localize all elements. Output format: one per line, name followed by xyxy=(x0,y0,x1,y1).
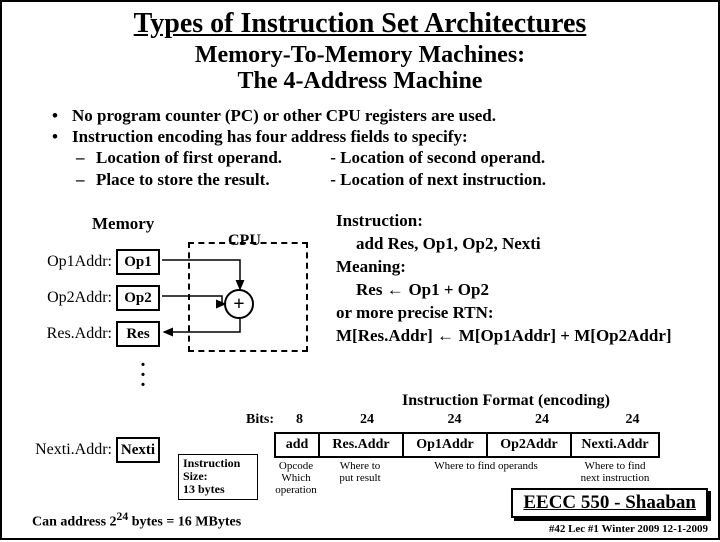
mem-addr-op1: Op1Addr: xyxy=(30,253,116,271)
course-footer: EECC 550 - Shaaban xyxy=(511,488,708,518)
bullet-2b-right: - Location of next instruction. xyxy=(330,170,546,189)
mem-cell-nexti: Nexti xyxy=(116,437,160,463)
desc-res: Where to put result xyxy=(318,460,402,496)
mem-row-nexti: Nexti.Addr: Nexti xyxy=(30,435,170,465)
isize-l1: Instruction xyxy=(183,456,240,470)
slide-title: Types of Instruction Set Architectures xyxy=(2,8,718,40)
explanation-block: Instruction: add Res, Op1, Op2, Nexti Me… xyxy=(336,210,672,348)
left-arrow-icon-2: ← xyxy=(437,326,459,345)
bullet-list: No program counter (PC) or other CPU reg… xyxy=(52,105,718,190)
instruction-format: add Res.Addr Op1Addr Op2Addr Nexti.Addr xyxy=(274,432,660,458)
mem-cell-res: Res xyxy=(116,321,160,347)
meaning-heading: Meaning: xyxy=(336,256,672,279)
bits-row: Bits: 8 24 24 24 24 xyxy=(232,412,678,428)
bits-1: 24 xyxy=(325,412,409,428)
bottom-pre: Can address 2 xyxy=(32,515,117,530)
format-title: Instruction Format (encoding) xyxy=(402,392,610,410)
bottom-exp: 24 xyxy=(117,510,129,523)
meaning-lhs: Res xyxy=(356,280,382,299)
instruction-size-box: Instruction Size: 13 bytes xyxy=(178,454,258,500)
field-op2: Op2Addr xyxy=(486,432,570,458)
mem-cell-op1: Op1 xyxy=(116,249,160,275)
bullet-2b: Place to store the result. - Location of… xyxy=(52,169,718,190)
bits-0: 8 xyxy=(278,412,322,428)
desc-opcode-l3: operation xyxy=(275,484,317,496)
bullet-2b-left: Place to store the result. xyxy=(96,169,326,190)
bits-2: 24 xyxy=(413,412,497,428)
memory-label: Memory xyxy=(92,214,154,234)
bullet-2: Instruction encoding has four address fi… xyxy=(52,126,718,147)
instruction-example: add Res, Op1, Op2, Nexti xyxy=(356,233,672,256)
meaning-line: Res ← Op1 + Op2 xyxy=(356,279,672,302)
mem-addr-res: Res.Addr: xyxy=(30,325,116,343)
mem-row-op1: Op1Addr: Op1 xyxy=(30,247,170,277)
bits-label: Bits: xyxy=(232,412,274,428)
bullet-1: No program counter (PC) or other CPU reg… xyxy=(52,105,718,126)
field-op1: Op1Addr xyxy=(402,432,486,458)
memory-column: Op1Addr: Op1 Op2Addr: Op2 Res.Addr: Res … xyxy=(30,247,170,471)
desc-opcode-l2: Which xyxy=(281,472,310,484)
slide: Types of Instruction Set Architectures M… xyxy=(0,0,720,540)
mem-row-res: Res.Addr: Res xyxy=(30,319,170,349)
instruction-heading: Instruction: xyxy=(336,210,672,233)
bits-4: 24 xyxy=(588,412,678,428)
rtn-rhs: M[Op1Addr] + M[Op2Addr] xyxy=(459,326,672,345)
rtn-heading: or more precise RTN: xyxy=(336,302,672,325)
isize-l3: 13 bytes xyxy=(183,482,225,496)
mem-addr-op2: Op2Addr: xyxy=(30,289,116,307)
mem-row-op2: Op2Addr: Op2 xyxy=(30,283,170,313)
desc-opcode-l1: Opcode xyxy=(279,460,313,472)
bullet-2a-left: Location of first operand. xyxy=(96,147,326,168)
rtn-line: M[Res.Addr] ← M[Op1Addr] + M[Op2Addr] xyxy=(336,325,672,348)
field-res: Res.Addr xyxy=(318,432,402,458)
field-opcode: add xyxy=(274,432,318,458)
bits-3: 24 xyxy=(500,412,584,428)
adder-icon: + xyxy=(224,289,254,319)
rtn-lhs: M[Res.Addr] xyxy=(336,326,433,345)
desc-nexti-l2: next instruction xyxy=(581,472,650,484)
address-space-note: Can address 224 bytes = 16 MBytes xyxy=(32,510,241,531)
slide-subtitle: Memory-To-Memory Machines: The 4-Address… xyxy=(2,42,718,95)
mem-cell-op2: Op2 xyxy=(116,285,160,311)
left-arrow-icon: ← xyxy=(387,280,409,299)
subtitle-line2: The 4-Address Machine xyxy=(238,68,483,94)
desc-res-l1: Where to xyxy=(340,460,381,472)
field-nexti: Nexti.Addr xyxy=(570,432,660,458)
desc-res-l2: put result xyxy=(339,472,380,484)
desc-nexti-l1: Where to find xyxy=(584,460,645,472)
meaning-rhs: Op1 + Op2 xyxy=(408,280,489,299)
subtitle-line1: Memory-To-Memory Machines: xyxy=(195,42,525,68)
desc-opcode: Opcode Which operation xyxy=(274,460,318,496)
isize-l2: Size: xyxy=(183,469,208,483)
vertical-dots-icon: ... xyxy=(122,355,166,385)
bottom-post: bytes = 16 MBytes xyxy=(128,515,241,530)
bullet-2a: Location of first operand. - Location of… xyxy=(52,147,718,168)
bullet-2a-right: - Location of second operand. xyxy=(330,148,545,167)
slide-meta-footer: #42 Lec #1 Winter 2009 12-1-2009 xyxy=(549,523,708,535)
mem-addr-nexti: Nexti.Addr: xyxy=(30,441,116,459)
